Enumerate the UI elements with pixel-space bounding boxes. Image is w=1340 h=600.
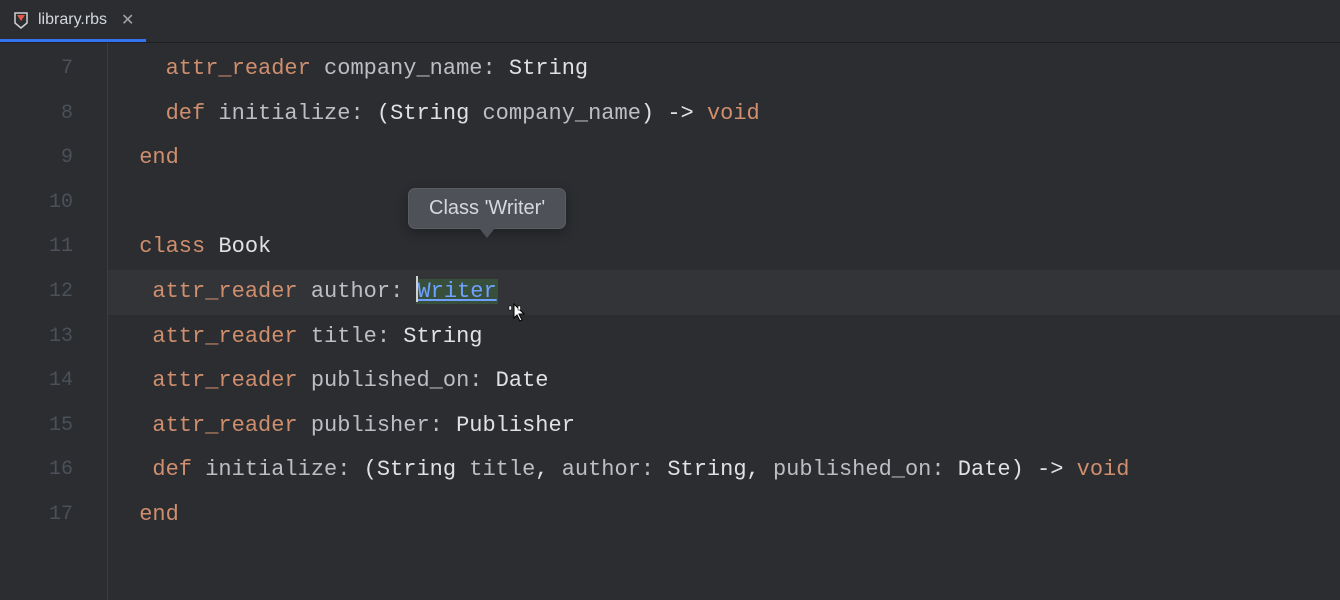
token-white: String <box>377 457 469 482</box>
code-line[interactable]: attr_reader title: String <box>108 315 1340 360</box>
token-kw: attr_reader <box>152 368 310 393</box>
token-method: company_name <box>482 101 640 126</box>
token-method: title <box>469 457 535 482</box>
line-number[interactable]: 10 <box>0 181 107 226</box>
token-kw: void <box>1077 457 1130 482</box>
token-type: : <box>337 457 350 482</box>
token-type: : <box>377 324 390 349</box>
token-white: Publisher <box>443 413 575 438</box>
code-line[interactable] <box>108 181 1340 226</box>
token-kw: def <box>152 457 205 482</box>
line-gutter[interactable]: 7891011121314151617 <box>0 43 108 600</box>
type-link-writer[interactable]: Writer <box>416 279 497 304</box>
token-method: initialize <box>205 457 337 482</box>
code-line[interactable]: end <box>108 136 1340 181</box>
token-method: company_name <box>324 56 482 81</box>
ruby-file-icon <box>12 11 30 29</box>
token-method: published_on <box>311 368 469 393</box>
token-white: Date <box>482 368 548 393</box>
token-method: title <box>311 324 377 349</box>
line-number[interactable]: 13 <box>0 315 107 360</box>
token-white: ( <box>350 457 376 482</box>
code-line[interactable]: def initialize: (String company_name) ->… <box>108 92 1340 137</box>
token-method: initialize <box>218 101 350 126</box>
line-number[interactable]: 8 <box>0 92 107 137</box>
token-kw: attr_reader <box>152 413 310 438</box>
code-line[interactable]: end <box>108 493 1340 538</box>
close-icon[interactable]: ✕ <box>121 10 134 30</box>
token-white: Book <box>218 234 271 259</box>
token-kw: def <box>166 101 219 126</box>
line-number[interactable]: 11 <box>0 225 107 270</box>
token-white: ) -> <box>641 101 707 126</box>
code-line[interactable]: def initialize: (String title, author: S… <box>108 448 1340 493</box>
token-kw: attr_reader <box>152 324 310 349</box>
text-caret <box>416 276 418 302</box>
token-type: : <box>469 368 482 393</box>
tab-filename: library.rbs <box>38 11 107 29</box>
token-type: : <box>390 279 403 304</box>
token-kw: void <box>707 101 760 126</box>
token-type: : <box>482 56 495 81</box>
code-area[interactable]: attr_reader company_name: String def ini… <box>108 43 1340 600</box>
code-line[interactable]: attr_reader publisher: Publisher <box>108 404 1340 449</box>
token-kw: attr_reader <box>152 279 310 304</box>
line-number[interactable]: 12 <box>0 270 107 315</box>
token-kw: class <box>139 234 218 259</box>
token-white: Date) -> <box>945 457 1077 482</box>
token-kw: attr_reader <box>166 56 324 81</box>
token-white: String <box>390 101 482 126</box>
line-number[interactable]: 14 <box>0 359 107 404</box>
tab-bar: library.rbs ✕ <box>0 0 1340 43</box>
token-type: : <box>350 101 363 126</box>
line-number[interactable]: 17 <box>0 493 107 538</box>
file-tab[interactable]: library.rbs ✕ <box>0 0 146 42</box>
code-line[interactable]: class Book <box>108 225 1340 270</box>
line-number[interactable]: 15 <box>0 404 107 449</box>
token-white: String <box>390 324 482 349</box>
token-white: String <box>496 56 588 81</box>
token-type: : <box>430 413 443 438</box>
code-line[interactable]: attr_reader published_on: Date <box>108 359 1340 404</box>
code-line[interactable]: attr_reader author: Writer <box>108 270 1340 315</box>
token-white: ( <box>364 101 390 126</box>
token-method: publisher <box>311 413 430 438</box>
token-white: String, <box>654 457 773 482</box>
token-white <box>403 279 416 304</box>
token-white: , <box>535 457 561 482</box>
line-number[interactable]: 9 <box>0 136 107 181</box>
hover-tooltip: Class 'Writer' <box>408 188 566 229</box>
line-number[interactable]: 16 <box>0 448 107 493</box>
token-method: published_on <box>773 457 931 482</box>
editor-area: 7891011121314151617 attr_reader company_… <box>0 43 1340 600</box>
token-kw: end <box>139 145 179 170</box>
token-type: : <box>641 457 654 482</box>
token-kw: end <box>139 502 179 527</box>
code-line[interactable]: attr_reader company_name: String <box>108 47 1340 92</box>
token-type: : <box>931 457 944 482</box>
line-number[interactable]: 7 <box>0 47 107 92</box>
token-method: author <box>562 457 641 482</box>
token-method: author <box>311 279 390 304</box>
